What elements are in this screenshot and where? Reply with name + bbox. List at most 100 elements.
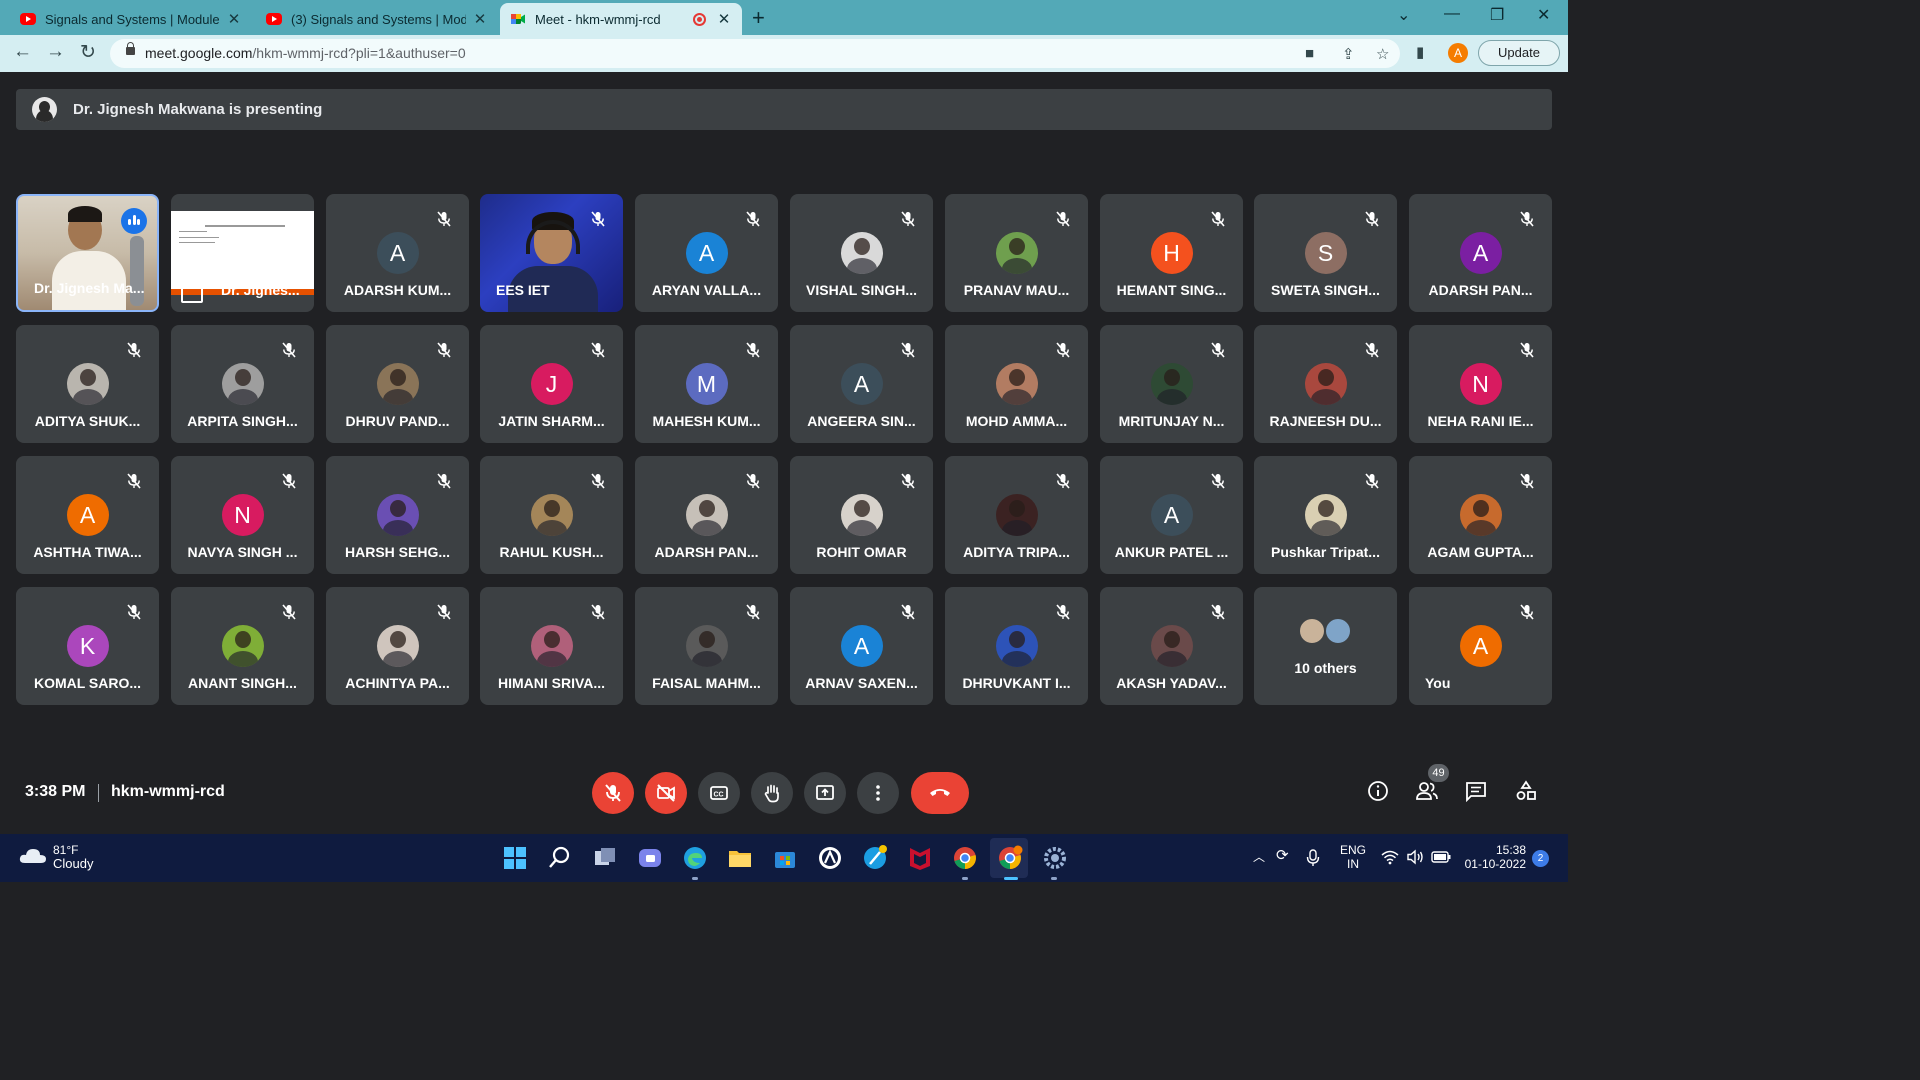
participant-tile[interactable]: RAJNEESH DU... (1254, 325, 1397, 443)
mcafee-icon[interactable] (906, 844, 934, 872)
system-clock[interactable]: 15:38 01-10-2022 (1462, 843, 1526, 871)
browser-tab-3[interactable]: Meet - hkm-wmmj-rcd ✕ (500, 3, 742, 35)
participant-tile[interactable]: A ASHTHA TIWA... (16, 456, 159, 574)
input-language[interactable]: ENG IN (1340, 843, 1366, 871)
chrome-profile-icon[interactable] (996, 844, 1024, 872)
close-window-icon[interactable]: ✕ (1537, 5, 1550, 25)
participant-tile[interactable]: AKASH YADAV... (1100, 587, 1243, 705)
participant-tile[interactable]: HIMANI SRIVA... (480, 587, 623, 705)
help-app-icon[interactable] (861, 844, 889, 872)
weather-widget[interactable]: 81°F Cloudy (53, 843, 93, 871)
participant-tile[interactable]: J JATIN SHARM... (480, 325, 623, 443)
close-tab-icon[interactable]: ✕ (226, 10, 242, 28)
participant-tile[interactable]: HARSH SEHG... (326, 456, 469, 574)
activities-icon[interactable] (1515, 780, 1537, 802)
close-tab-icon[interactable]: ✕ (472, 10, 488, 28)
participant-tile[interactable]: 10 others (1254, 587, 1397, 705)
captions-button[interactable]: CC (698, 772, 740, 814)
tab-search-icon[interactable]: ⌄ (1397, 5, 1410, 25)
participant-tile[interactable]: EES IET (480, 194, 623, 312)
reload-icon[interactable]: ↻ (80, 41, 96, 64)
participant-tile[interactable]: ADITYA SHUK... (16, 325, 159, 443)
microphone-icon[interactable] (1306, 849, 1320, 867)
edge-icon[interactable] (681, 844, 709, 872)
chrome-icon[interactable] (951, 844, 979, 872)
bookmark-star-icon[interactable]: ☆ (1376, 45, 1389, 63)
participant-tile[interactable]: DHRUVKANT I... (945, 587, 1088, 705)
side-panel-icon[interactable]: ▮ (1416, 43, 1424, 61)
participant-tile[interactable]: AGAM GUPTA... (1409, 456, 1552, 574)
task-view-icon[interactable] (591, 844, 619, 872)
volume-icon[interactable] (1406, 849, 1424, 865)
browser-tab-2[interactable]: (3) Signals and Systems | Module ✕ (256, 3, 498, 35)
settings-gear-icon[interactable] (1041, 844, 1069, 872)
participant-tile[interactable]: Pushkar Tripat... (1254, 456, 1397, 574)
app-icon[interactable] (816, 844, 844, 872)
url-text[interactable]: meet.google.com/hkm-wmmj-rcd?pli=1&authu… (145, 45, 466, 61)
participant-tile[interactable]: H HEMANT SING... (1100, 194, 1243, 312)
participant-tile[interactable]: FAISAL MAHM... (635, 587, 778, 705)
notification-badge[interactable]: 2 (1532, 850, 1549, 867)
participant-tile[interactable]: Dr. Jignesh Ma... (16, 194, 159, 312)
participant-tile[interactable]: MOHD AMMA... (945, 325, 1088, 443)
close-tab-icon[interactable]: ✕ (716, 10, 732, 28)
microsoft-store-icon[interactable] (771, 844, 799, 872)
participant-tile[interactable]: A ADARSH PAN... (1409, 194, 1552, 312)
participant-tile[interactable]: VISHAL SINGH... (790, 194, 933, 312)
raise-hand-button[interactable] (751, 772, 793, 814)
clock-date: 01-10-2022 (1464, 857, 1526, 871)
participant-tile[interactable]: MRITUNJAY N... (1100, 325, 1243, 443)
participant-tile[interactable]: ACHINTYA PA... (326, 587, 469, 705)
chat-icon[interactable] (1465, 780, 1487, 802)
share-icon[interactable]: ⇪ (1342, 45, 1355, 63)
forward-icon[interactable]: → (46, 41, 65, 63)
participant-tile[interactable]: ROHIT OMAR (790, 456, 933, 574)
participant-tile[interactable]: N NEHA RANI IE... (1409, 325, 1552, 443)
participant-tile[interactable]: N NAVYA SINGH ... (171, 456, 314, 574)
participant-tile[interactable]: ADARSH PAN... (635, 456, 778, 574)
participant-tile[interactable]: A ARNAV SAXEN... (790, 587, 933, 705)
camera-off-button[interactable] (645, 772, 687, 814)
more-options-button[interactable] (857, 772, 899, 814)
participant-tile[interactable]: K KOMAL SARO... (16, 587, 159, 705)
participant-tile[interactable]: ARPITA SINGH... (171, 325, 314, 443)
update-button[interactable]: Update (1478, 40, 1560, 66)
minimize-icon[interactable]: — (1444, 5, 1460, 23)
participant-tile[interactable]: A ADARSH KUM... (326, 194, 469, 312)
participant-tile[interactable]: Dr. Jignes... (171, 194, 314, 312)
leave-call-button[interactable] (911, 772, 969, 814)
participant-tile[interactable]: A ARYAN VALLA... (635, 194, 778, 312)
new-tab-button[interactable]: + (752, 5, 765, 31)
meeting-details-icon[interactable] (1367, 780, 1389, 802)
people-icon[interactable] (1415, 780, 1439, 802)
address-bar[interactable]: meet.google.com/hkm-wmmj-rcd?pli=1&authu… (110, 39, 1400, 68)
participant-tile[interactable]: A ANKUR PATEL ... (1100, 456, 1243, 574)
search-icon[interactable] (546, 844, 574, 872)
participant-tile[interactable]: ADITYA TRIPA... (945, 456, 1088, 574)
participant-tile[interactable]: M MAHESH KUM... (635, 325, 778, 443)
wifi-icon[interactable] (1381, 849, 1399, 865)
restore-icon[interactable]: ❐ (1490, 5, 1504, 25)
file-explorer-icon[interactable] (726, 844, 754, 872)
participant-tile[interactable]: S SWETA SINGH... (1254, 194, 1397, 312)
participant-tile[interactable]: DHRUV PAND... (326, 325, 469, 443)
show-hidden-icons-icon[interactable]: ︿ (1253, 848, 1265, 865)
back-icon[interactable]: ← (13, 41, 32, 63)
participant-tile[interactable]: ANANT SINGH... (171, 587, 314, 705)
camera-in-use-icon[interactable]: ■ (1305, 45, 1314, 62)
participant-tile[interactable]: A ANGEERA SIN... (790, 325, 933, 443)
avatar-photo (1324, 617, 1352, 645)
sync-icon[interactable]: ⟳ (1276, 846, 1289, 864)
present-now-button[interactable] (804, 772, 846, 814)
teams-chat-icon[interactable] (636, 844, 664, 872)
microphone-off-button[interactable] (592, 772, 634, 814)
participant-tile[interactable]: A You (1409, 587, 1552, 705)
participant-tile[interactable]: RAHUL KUSH... (480, 456, 623, 574)
participant-tile[interactable]: PRANAV MAU... (945, 194, 1088, 312)
profile-avatar[interactable]: A (1448, 43, 1468, 63)
browser-tab-1[interactable]: Signals and Systems | Module 1 | ✕ (10, 3, 252, 35)
lock-icon[interactable] (126, 42, 135, 55)
battery-icon[interactable] (1431, 851, 1451, 863)
windows-start-icon[interactable] (501, 844, 529, 872)
cloudy-weather-icon[interactable] (19, 846, 47, 864)
